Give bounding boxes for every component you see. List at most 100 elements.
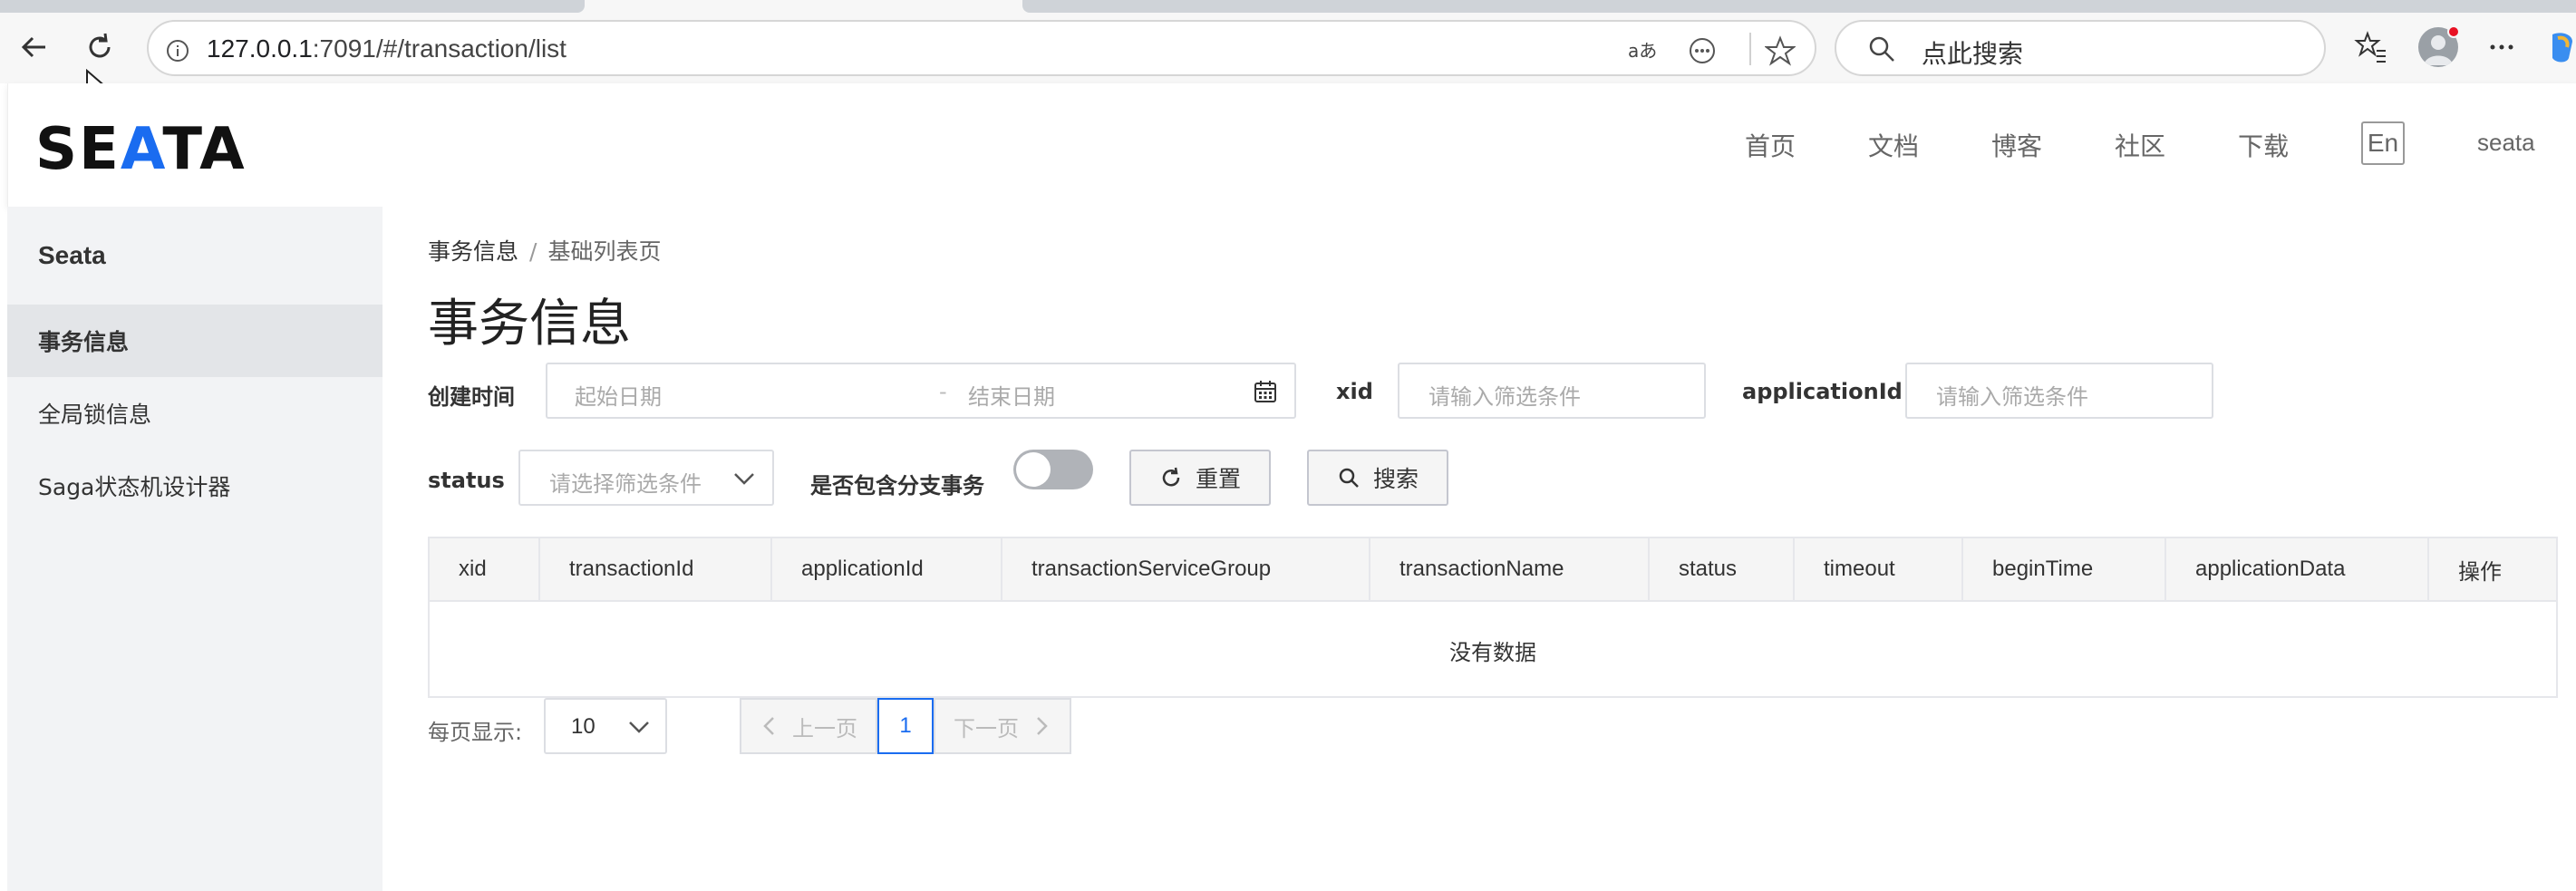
breadcrumb-separator: / <box>529 238 537 265</box>
created-time-label: 创建时间 <box>428 384 515 410</box>
sidebar-item-saga-designer[interactable]: Saga状态机设计器 <box>7 450 383 522</box>
search-icon <box>1339 468 1359 488</box>
start-date-input[interactable]: 起始日期 <box>575 379 662 411</box>
tab-strip <box>0 0 585 13</box>
browser-search-bar[interactable]: 点此搜索 <box>1835 20 2326 76</box>
next-page-button[interactable]: 下一页 <box>934 698 1071 754</box>
reset-button[interactable]: 重置 <box>1129 450 1271 506</box>
address-bar[interactable]: 127.0.0.1:7091/#/transaction/list aあ <box>147 20 1816 76</box>
notification-dot <box>2447 25 2460 38</box>
include-branch-toggle[interactable] <box>1013 450 1093 489</box>
column-header: timeout <box>1795 538 1963 600</box>
search-button[interactable]: 搜索 <box>1307 450 1448 506</box>
chevron-right-icon <box>1037 717 1048 735</box>
status-select[interactable]: 请选择筛选条件 <box>518 450 774 506</box>
breadcrumb-current: 基础列表页 <box>547 238 662 265</box>
calendar-icon[interactable] <box>1253 379 1278 404</box>
reload-icon <box>89 33 111 58</box>
status-placeholder: 请选择筛选条件 <box>549 471 702 497</box>
site-info-icon[interactable] <box>160 33 196 69</box>
sidebar-item-label: Saga状态机设计器 <box>38 474 231 500</box>
svg-text:aあ: aあ <box>1628 40 1657 62</box>
column-header: transactionId <box>540 538 772 600</box>
copilot-icon[interactable] <box>2545 29 2576 65</box>
include-branch-label: 是否包含分支事务 <box>810 473 984 499</box>
more-tools-icon[interactable] <box>1684 33 1720 69</box>
logo-text-1: SE <box>35 116 121 183</box>
sidebar-item-transactions[interactable]: 事务信息 <box>7 305 383 377</box>
date-range-picker[interactable]: 起始日期 - 结束日期 <box>546 363 1296 419</box>
next-page-label: 下一页 <box>954 715 1019 741</box>
column-header: beginTime <box>1963 538 2166 600</box>
sidebar-item-label: 事务信息 <box>38 329 130 355</box>
main-content: 事务信息 / 基础列表页 事务信息 创建时间 起始日期 - 结束日期 xid 请输入… <box>383 207 2576 891</box>
language-switch-button[interactable]: En <box>2361 121 2405 165</box>
url-text[interactable]: 127.0.0.1:7091/#/transaction/list <box>207 34 567 63</box>
breadcrumb: 事务信息 / 基础列表页 <box>428 234 661 266</box>
address-divider <box>1749 33 1751 65</box>
pagination: 上一页 1 下一页 <box>740 698 1071 754</box>
column-header: transactionName <box>1370 538 1650 600</box>
end-date-input[interactable]: 结束日期 <box>968 379 1055 411</box>
toggle-knob <box>1016 452 1051 487</box>
empty-table-message: 没有数据 <box>1449 639 1536 665</box>
site-header: SEATA 首页 文档 博客 社区 下载 En seata <box>7 83 2576 207</box>
favorites-icon[interactable] <box>2353 29 2389 65</box>
column-header: transactionServiceGroup <box>1002 538 1370 600</box>
sidebar-item-label: 全局锁信息 <box>38 402 152 428</box>
browser-search-placeholder: 点此搜索 <box>1922 39 2024 69</box>
page-size-select[interactable]: 10 <box>544 698 667 754</box>
user-name[interactable]: seata <box>2477 129 2535 157</box>
column-header: 操作 <box>2458 559 2502 585</box>
nav-community[interactable]: 社区 <box>2115 127 2165 163</box>
search-icon <box>1869 36 1894 62</box>
xid-placeholder: 请输入筛选条件 <box>1428 384 1581 410</box>
column-header: xid <box>430 538 540 600</box>
tab-strip <box>1022 0 2576 13</box>
back-button[interactable] <box>7 20 62 74</box>
more-options-icon[interactable] <box>2485 33 2518 62</box>
back-arrow-icon <box>21 36 45 58</box>
nav-docs[interactable]: 文档 <box>1868 127 1919 163</box>
reload-icon <box>1162 467 1180 487</box>
chevron-down-icon <box>629 722 649 733</box>
url-host: 127.0.0.1 <box>207 34 313 63</box>
breadcrumb-parent[interactable]: 事务信息 <box>428 238 518 265</box>
xid-input[interactable]: 请输入筛选条件 <box>1398 363 1706 419</box>
status-label: status <box>428 468 505 493</box>
column-header: applicationData <box>2166 538 2429 600</box>
xid-label: xid <box>1336 379 1373 404</box>
nav-home[interactable]: 首页 <box>1745 127 1796 163</box>
page-size-value: 10 <box>571 714 596 739</box>
nav-blog[interactable]: 博客 <box>1991 127 2042 163</box>
page-size-label: 每页显示: <box>428 720 523 745</box>
prev-page-label: 上一页 <box>792 715 857 741</box>
reload-button[interactable] <box>73 20 127 74</box>
sidebar-item-global-locks[interactable]: 全局锁信息 <box>7 377 383 450</box>
table-header: xid transactionId applicationId transact… <box>430 538 2556 602</box>
read-aloud-icon[interactable]: aあ <box>1624 33 1661 69</box>
column-header: status <box>1650 538 1795 600</box>
page-title: 事务信息 <box>428 295 631 353</box>
chevron-left-icon <box>763 717 774 735</box>
chevron-down-icon <box>734 473 754 485</box>
logo-text-2: A <box>120 116 163 183</box>
sidebar-title: Seata <box>38 241 106 269</box>
search-button-label: 搜索 <box>1372 466 1419 492</box>
url-path: :7091/#/transaction/list <box>312 34 567 63</box>
prev-page-button[interactable]: 上一页 <box>740 698 877 754</box>
date-range-separator: - <box>939 379 947 404</box>
application-id-placeholder: 请输入筛选条件 <box>1936 384 2088 410</box>
favorite-star-icon[interactable] <box>1762 33 1798 69</box>
application-id-label: applicationId <box>1742 379 1903 404</box>
application-id-input[interactable]: 请输入筛选条件 <box>1905 363 2213 419</box>
seata-logo[interactable]: SEATA <box>35 116 247 183</box>
nav-download[interactable]: 下载 <box>2238 127 2289 163</box>
page-number-button[interactable]: 1 <box>877 698 934 754</box>
browser-chrome: 127.0.0.1:7091/#/transaction/list aあ 点此搜… <box>0 0 2576 103</box>
transactions-table: xid transactionId applicationId transact… <box>428 537 2558 698</box>
reset-button-label: 重置 <box>1195 466 1241 492</box>
sidebar: Seata 事务信息 全局锁信息 Saga状态机设计器 <box>7 207 383 891</box>
logo-text-3: TA <box>162 116 247 183</box>
column-header: applicationId <box>772 538 1002 600</box>
